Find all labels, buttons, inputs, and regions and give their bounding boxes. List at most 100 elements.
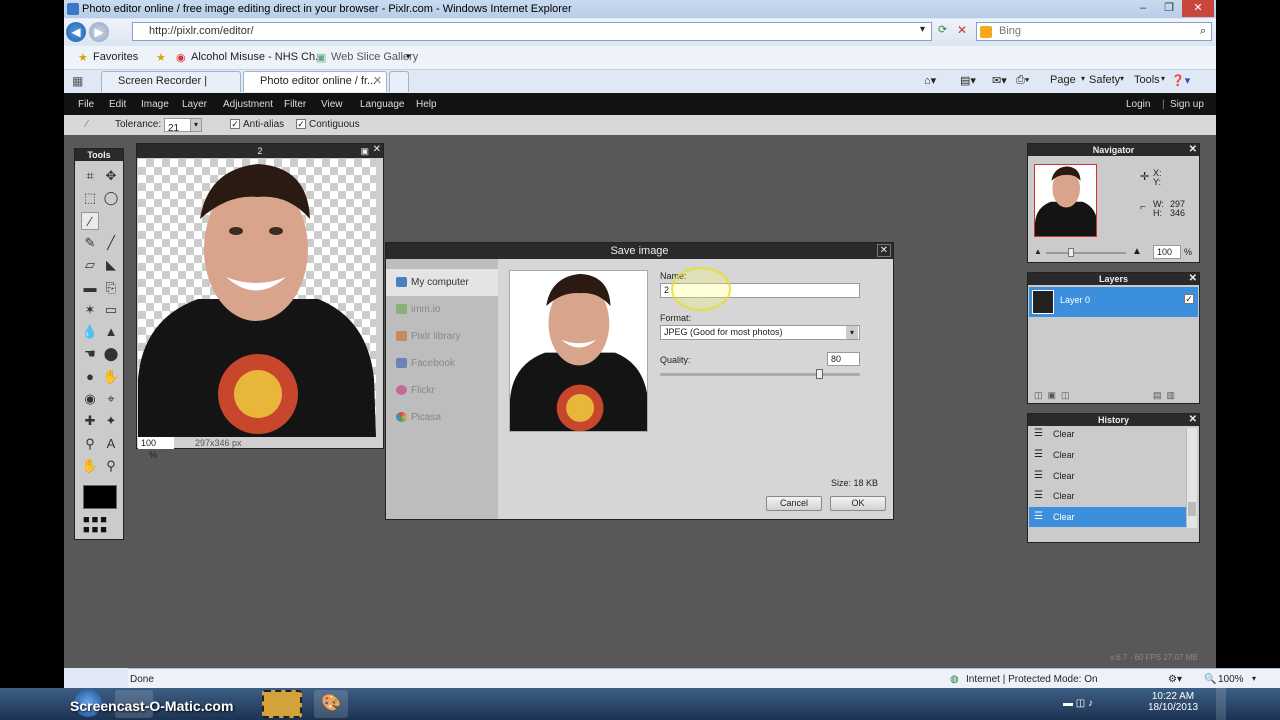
chevron-down-icon[interactable]: ▾	[406, 51, 411, 62]
zoom-in-icon[interactable]: ▲	[1132, 246, 1142, 257]
scrollbar-thumb[interactable]	[1188, 502, 1196, 516]
address-input[interactable]: http://pixlr.com/editor/	[132, 22, 932, 41]
clone-icon[interactable]: ⎘	[102, 279, 120, 297]
wand-icon[interactable]: ⁄	[81, 211, 99, 230]
page-menu[interactable]: Page	[1050, 74, 1076, 86]
add-favorite-icon[interactable]: ★	[156, 51, 166, 64]
gear-icon[interactable]: ⚙▾	[1168, 674, 1182, 685]
back-icon[interactable]: ◀	[66, 22, 86, 42]
menu-file[interactable]: File	[78, 99, 94, 110]
grid-icon[interactable]: ■■■ ■■■	[83, 515, 119, 537]
zoom-input[interactable]: 100	[1153, 245, 1181, 259]
history-scrollbar[interactable]	[1186, 428, 1197, 528]
ok-button[interactable]: OK	[830, 496, 886, 511]
move-icon[interactable]: ✥	[102, 167, 120, 185]
sharpen-icon[interactable]: ▲	[102, 323, 120, 341]
layer-tools-icon[interactable]: ◫▣◫	[1034, 390, 1075, 401]
blur-icon[interactable]: 💧	[81, 323, 99, 341]
pinch-icon[interactable]: ✦	[102, 412, 120, 430]
source-flickr[interactable]: Flickr	[386, 377, 498, 404]
close-button[interactable]: ✕	[1182, 0, 1214, 17]
navigator-thumbnail[interactable]	[1034, 164, 1097, 237]
cancel-button[interactable]: Cancel	[766, 496, 822, 511]
sponge-icon[interactable]: ⬤	[102, 345, 120, 363]
source-pixlr-library[interactable]: Pixlr library	[386, 323, 498, 350]
history-item[interactable]: ☰ Clear	[1029, 466, 1186, 486]
minimize-button[interactable]: –	[1130, 0, 1156, 17]
lasso-icon[interactable]: ◯	[102, 189, 120, 207]
history-item[interactable]: ☰ Clear	[1029, 486, 1186, 506]
spot-heal-icon[interactable]: ⌖	[102, 390, 120, 408]
tab-screen-recorder[interactable]: Screen Recorder | Screenca...	[101, 71, 241, 106]
zoom-out-icon[interactable]: ▲	[1034, 247, 1042, 256]
smudge-icon[interactable]: ☚	[81, 345, 99, 363]
source-picasa[interactable]: Picasa	[386, 404, 498, 431]
marquee-icon[interactable]: ⬚	[81, 189, 99, 207]
zoom-field[interactable]: 100 %	[138, 437, 174, 460]
menu-image[interactable]: Image	[141, 99, 169, 110]
brush-icon[interactable]: ╱	[102, 234, 120, 252]
feeds-icon[interactable]: ▤▾	[960, 74, 976, 87]
eraser-icon[interactable]: ▱	[81, 256, 99, 274]
colorpicker-icon[interactable]: ⚲	[81, 435, 99, 453]
dropdown-icon[interactable]: ▾	[920, 24, 925, 35]
recorder-icon[interactable]	[262, 690, 302, 718]
menu-filter[interactable]: Filter	[284, 99, 306, 110]
history-item[interactable]: ☰ Clear	[1029, 507, 1186, 528]
refresh-icon[interactable]: ⟳	[938, 23, 947, 36]
tools-menu[interactable]: Tools	[1134, 74, 1160, 86]
fill-icon[interactable]: ◣	[102, 256, 120, 274]
menu-view[interactable]: View	[321, 99, 343, 110]
menu-layer[interactable]: Layer	[182, 99, 207, 110]
zoom-icon[interactable]: ⚲	[102, 457, 120, 475]
tolerance-dropdown-icon[interactable]: ▾	[190, 118, 202, 132]
color-replace-icon[interactable]: ✶	[81, 301, 99, 319]
favorite-link-nhs[interactable]: Alcohol Misuse - NHS Ch...	[191, 51, 324, 63]
zoom-level[interactable]: 100%	[1218, 674, 1244, 685]
drawing-icon[interactable]: ▭	[102, 301, 120, 319]
stop-icon[interactable]: ✕	[957, 23, 967, 37]
menu-help[interactable]: Help	[416, 99, 437, 110]
new-tab-button[interactable]	[389, 71, 409, 92]
contiguous-checkbox[interactable]: ✓	[296, 119, 306, 129]
dodge-icon[interactable]: ●	[81, 368, 99, 386]
hand-icon[interactable]: ✋	[81, 457, 99, 475]
burn-icon[interactable]: ✋	[102, 368, 120, 386]
quality-slider-track[interactable]	[660, 369, 860, 379]
maximize-button[interactable]: ❐	[1156, 0, 1182, 17]
image-canvas[interactable]	[138, 159, 376, 437]
source-immio[interactable]: imm.io	[386, 296, 498, 323]
close-tab-icon[interactable]: ✕	[373, 72, 382, 91]
home-icon[interactable]: ⌂▾	[924, 74, 936, 87]
tray-icons[interactable]: ▬ ◫ ♪	[1063, 698, 1093, 709]
close-icon[interactable]: ✕	[1189, 414, 1197, 426]
history-item[interactable]: ☰ Clear	[1029, 445, 1186, 465]
layer-row[interactable]: Layer 0 ✓	[1029, 287, 1198, 317]
print-icon[interactable]: ⎙▾	[1016, 74, 1029, 87]
help-icon[interactable]: ❓▾	[1171, 74, 1190, 87]
zoom-slider-thumb[interactable]	[1068, 248, 1074, 257]
zoom-slider[interactable]	[1046, 248, 1126, 257]
bloat-icon[interactable]: ✚	[81, 412, 99, 430]
source-my-computer[interactable]: My computer	[386, 269, 498, 296]
type-icon[interactable]: A	[102, 435, 120, 453]
mail-icon[interactable]: ✉▾	[992, 74, 1007, 87]
maximize-icon[interactable]: ▣	[360, 144, 369, 158]
crop-icon[interactable]: ⌗	[81, 167, 99, 185]
pencil-icon[interactable]: ✎	[81, 234, 99, 252]
quality-input[interactable]: 80	[827, 352, 860, 366]
source-facebook[interactable]: Facebook	[386, 350, 498, 377]
search-input[interactable]: Bing	[976, 22, 1212, 41]
redeye-icon[interactable]: ◉	[81, 390, 99, 408]
antialias-checkbox[interactable]: ✓	[230, 119, 240, 129]
safety-menu[interactable]: Safety	[1089, 74, 1120, 86]
menu-language[interactable]: Language	[360, 99, 405, 110]
forward-icon[interactable]: ▶	[89, 22, 109, 42]
history-item[interactable]: ☰ Clear	[1029, 424, 1186, 444]
close-icon[interactable]: ✕	[876, 244, 891, 257]
menu-adjustment[interactable]: Adjustment	[223, 99, 273, 110]
login-link[interactable]: Login	[1126, 99, 1150, 110]
format-select[interactable]: JPEG (Good for most photos) ▾	[660, 325, 860, 340]
quality-slider-thumb[interactable]	[816, 369, 823, 379]
menu-edit[interactable]: Edit	[109, 99, 126, 110]
